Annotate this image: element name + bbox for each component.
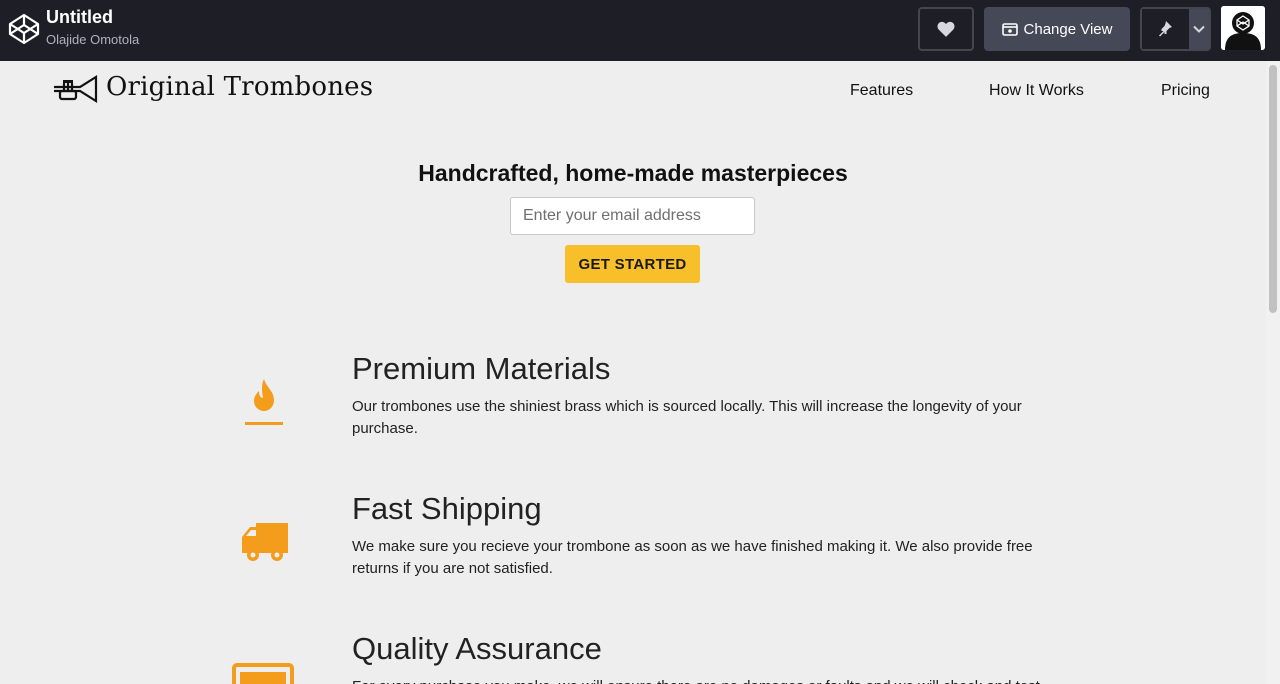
feature-description: For every purchase you make, we will ens…	[352, 676, 1062, 684]
pin-button[interactable]	[1140, 7, 1211, 51]
battery-icon	[232, 663, 296, 684]
pen-title[interactable]: Untitled	[46, 7, 113, 28]
change-view-button[interactable]: Change View	[984, 7, 1130, 51]
fire-icon	[244, 377, 284, 432]
layout-icon	[1001, 22, 1018, 36]
feature-description: Our trombones use the shiniest brass whi…	[352, 398, 1022, 437]
like-button[interactable]	[918, 7, 974, 51]
brand-name: Original Trombones	[106, 72, 374, 102]
heart-icon	[937, 21, 955, 37]
editor-header: Untitled Olajide Omotola Change View	[0, 0, 1280, 61]
trumpet-logo-icon[interactable]	[52, 73, 98, 107]
feature-description: We make sure you recieve your trombone a…	[352, 538, 1033, 577]
pin-menu-toggle[interactable]	[1188, 9, 1209, 49]
feature-title: Quality Assurance	[352, 631, 602, 666]
email-input[interactable]	[510, 197, 755, 235]
nav-link-features[interactable]: Features	[850, 82, 913, 100]
feature-title: Fast Shipping	[352, 491, 542, 526]
chevron-down-icon	[1193, 25, 1205, 33]
user-avatar[interactable]	[1221, 6, 1265, 50]
hero-title: Handcrafted, home-made masterpieces	[418, 160, 848, 186]
change-view-label: Change View	[1023, 20, 1113, 38]
pin-toggle[interactable]	[1142, 9, 1189, 49]
vertical-scrollbar[interactable]	[1266, 61, 1280, 684]
codepen-logo-icon[interactable]	[8, 13, 40, 45]
pen-author[interactable]: Olajide Omotola	[46, 32, 139, 47]
pin-icon	[1159, 21, 1173, 37]
get-started-button[interactable]: GET STARTED	[565, 245, 700, 283]
feature-title: Premium Materials	[352, 351, 611, 386]
preview-frame: Original Trombones Features How It Works…	[0, 61, 1266, 684]
truck-icon	[240, 523, 288, 568]
nav-link-how-it-works[interactable]: How It Works	[989, 82, 1084, 100]
nav-link-pricing[interactable]: Pricing	[1161, 82, 1210, 100]
scrollbar-thumb[interactable]	[1269, 65, 1277, 313]
